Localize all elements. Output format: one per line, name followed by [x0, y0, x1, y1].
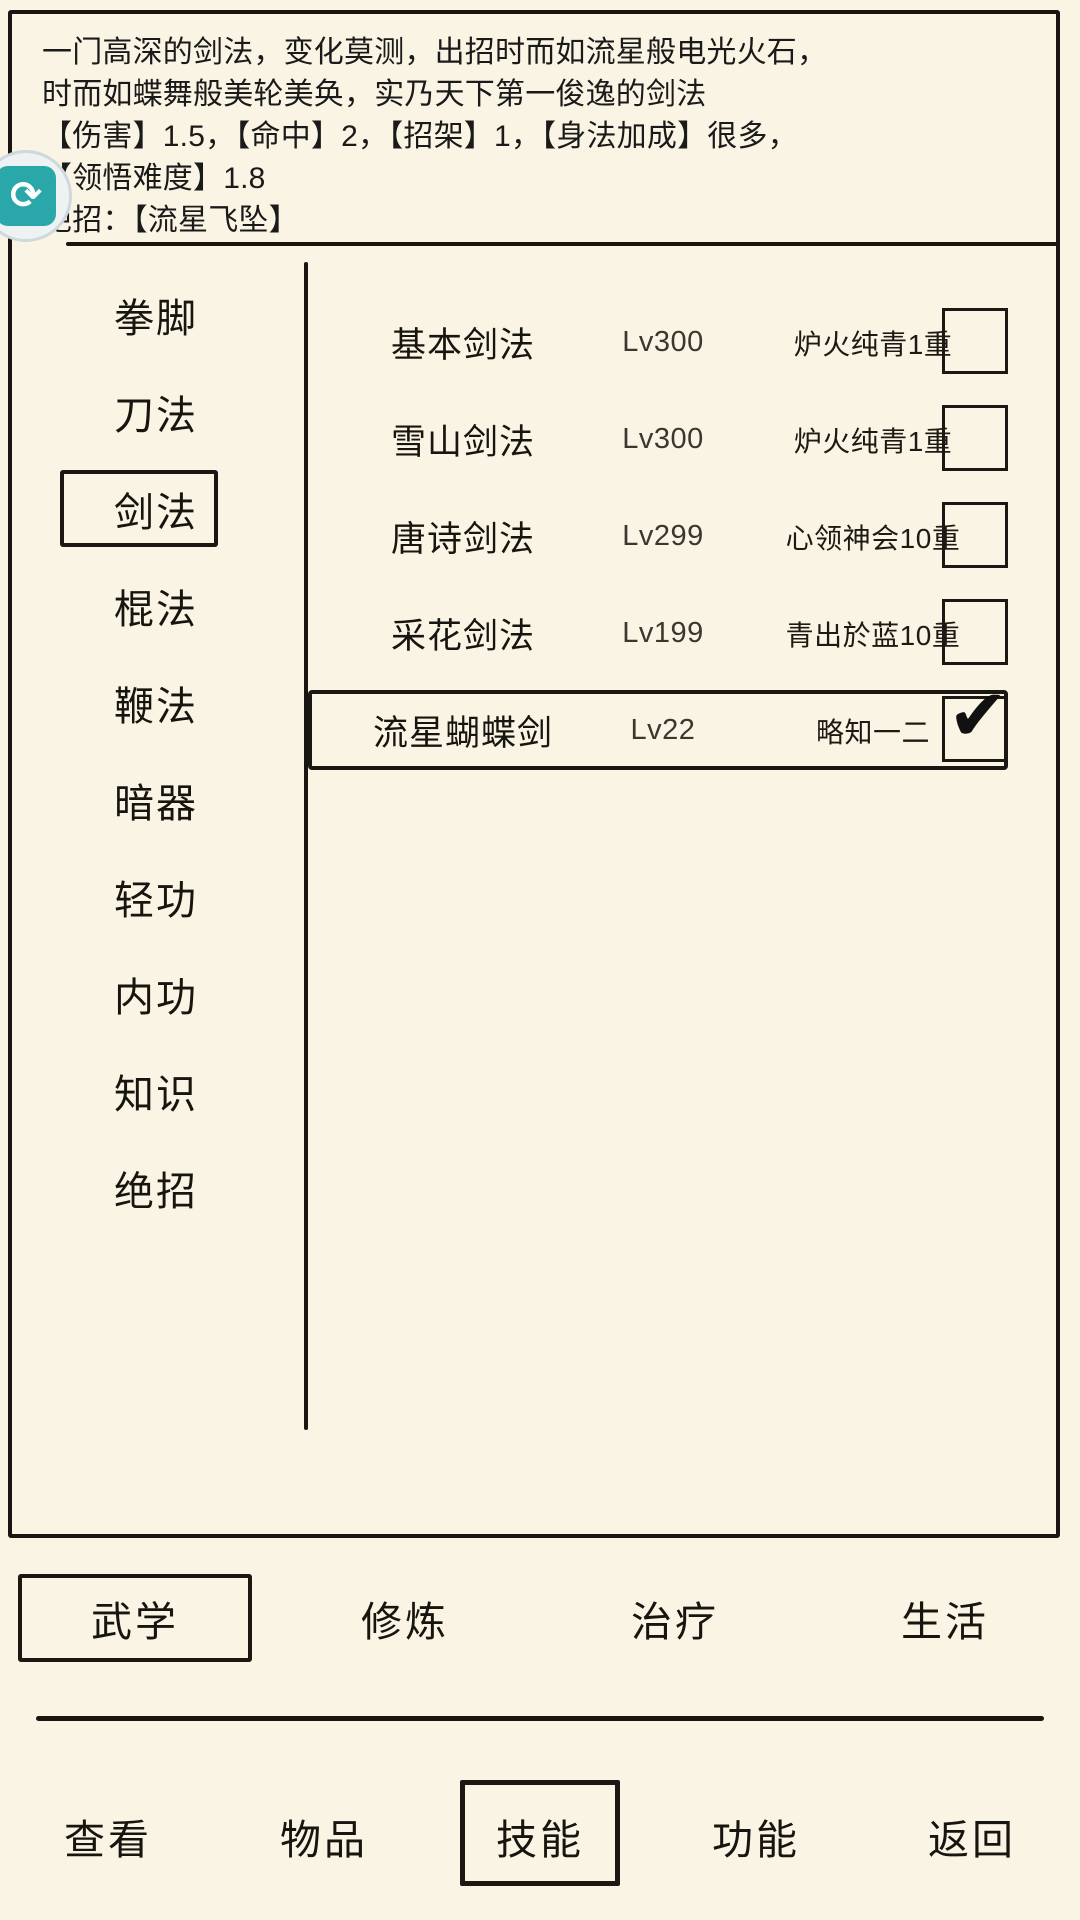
tab-1[interactable]: 修炼 — [270, 1548, 540, 1688]
sidebar-item-label: 内功 — [114, 975, 198, 1020]
skill-name: 流星蝴蝶剑 — [372, 714, 553, 753]
sidebar-item-label: 轻功 — [114, 878, 198, 923]
nav-item-label: 技能 — [496, 1817, 584, 1863]
skill-name: 雪山剑法 — [390, 423, 535, 462]
skill-row[interactable]: 唐诗剑法 Lv299 心领神会10重 — [308, 488, 1056, 585]
nav-item-0[interactable]: 查看 — [0, 1752, 216, 1920]
tab-3[interactable]: 生活 — [810, 1548, 1080, 1688]
skill-name: 采花剑法 — [390, 617, 535, 656]
sidebar-item-label: 棍法 — [114, 587, 198, 632]
skill-list: 基本剑法 Lv300 炉火纯青1重 雪山剑法 Lv300 炉火纯青1重 唐诗剑法 Lv299 心… — [308, 250, 1056, 779]
skill-level: Lv199 — [622, 617, 704, 649]
nav-item-2[interactable]: 技能 — [432, 1752, 648, 1920]
skill-description: 一门高深的剑法，变化莫测，出招时而如流星般电光火石， 时而如蝶舞般美轮美奂，实乃天… — [42, 32, 1038, 242]
bottom-divider — [36, 1716, 1044, 1721]
description-line: 绝招：【流星飞坠】 — [42, 204, 299, 237]
skill-level: Lv300 — [622, 423, 704, 455]
sidebar-item-8[interactable]: 知识 — [12, 1042, 300, 1139]
sidebar-item-label: 拳脚 — [114, 296, 198, 341]
skill-rank: 炉火纯青1重 — [793, 328, 953, 360]
skill-rank: 略知一二 — [815, 716, 930, 748]
tab-0[interactable]: 武学 — [0, 1548, 270, 1688]
skill-row[interactable]: 采花剑法 Lv199 青出於蓝10重 — [308, 585, 1056, 682]
tab-2[interactable]: 治疗 — [540, 1548, 810, 1688]
refresh-glyph: ⟳ — [0, 166, 56, 226]
main-panel: 一门高深的剑法，变化莫测，出招时而如流星般电光火石， 时而如蝶舞般美轮美奂，实乃天… — [8, 10, 1060, 1538]
description-line: 【伤害】1.5，【命中】2，【招架】1，【身法加成】很多， — [42, 120, 798, 153]
skill-level: Lv300 — [622, 326, 704, 358]
sidebar-item-4[interactable]: 鞭法 — [12, 654, 300, 751]
sidebar-item-3[interactable]: 棍法 — [12, 557, 300, 654]
tab-label: 治疗 — [631, 1599, 719, 1645]
sidebar-item-2[interactable]: 剑法 — [12, 460, 300, 557]
skill-row[interactable]: 基本剑法 Lv300 炉火纯青1重 — [308, 294, 1056, 391]
tab-label: 修炼 — [361, 1599, 449, 1645]
skill-rank: 心领神会10重 — [785, 522, 961, 554]
tab-label: 生活 — [901, 1599, 989, 1645]
sidebar-item-label: 暗器 — [114, 781, 198, 826]
game-screen: 一门高深的剑法，变化莫测，出招时而如流星般电光火石， 时而如蝶舞般美轮美奂，实乃天… — [0, 0, 1080, 1920]
sidebar-item-label: 鞭法 — [114, 684, 198, 729]
sidebar-item-label: 刀法 — [114, 393, 198, 438]
skill-name: 唐诗剑法 — [390, 520, 535, 559]
nav-item-4[interactable]: 返回 — [864, 1752, 1080, 1920]
skill-row[interactable]: 雪山剑法 Lv300 炉火纯青1重 — [308, 391, 1056, 488]
tab-strip: 武学 修炼 治疗 生活 — [0, 1548, 1080, 1688]
description-divider — [66, 242, 1058, 246]
skill-level: Lv299 — [622, 520, 704, 552]
category-sidebar: 拳脚刀法剑法棍法鞭法暗器轻功内功知识绝招 — [12, 250, 300, 1236]
sidebar-item-label: 绝招 — [114, 1169, 198, 1214]
sidebar-item-7[interactable]: 内功 — [12, 945, 300, 1042]
skill-row[interactable]: 流星蝴蝶剑 Lv22 略知一二 ✔ — [308, 679, 1056, 779]
skill-rank: 炉火纯青1重 — [793, 425, 953, 457]
sidebar-item-6[interactable]: 轻功 — [12, 848, 300, 945]
description-line: 【领悟难度】1.8 — [42, 162, 266, 195]
nav-item-label: 物品 — [280, 1817, 368, 1863]
nav-item-3[interactable]: 功能 — [648, 1752, 864, 1920]
skill-rank: 青出於蓝10重 — [785, 619, 961, 651]
nav-item-label: 查看 — [64, 1817, 152, 1863]
nav-item-label: 功能 — [712, 1817, 800, 1863]
sidebar-item-label: 知识 — [114, 1072, 198, 1117]
sidebar-item-9[interactable]: 绝招 — [12, 1139, 300, 1236]
sidebar-item-0[interactable]: 拳脚 — [12, 266, 300, 363]
sidebar-item-5[interactable]: 暗器 — [12, 751, 300, 848]
bottom-nav: 查看 物品 技能 功能 返回 — [0, 1752, 1080, 1920]
nav-item-1[interactable]: 物品 — [216, 1752, 432, 1920]
tab-label: 武学 — [91, 1599, 179, 1645]
skill-level: Lv22 — [630, 714, 696, 746]
sidebar-item-1[interactable]: 刀法 — [12, 363, 300, 460]
description-line: 时而如蝶舞般美轮美奂，实乃天下第一俊逸的剑法 — [42, 78, 707, 111]
description-line: 一门高深的剑法，变化莫测，出招时而如流星般电光火石， — [42, 36, 828, 69]
sidebar-item-label: 剑法 — [114, 490, 198, 535]
nav-item-label: 返回 — [928, 1817, 1016, 1863]
content-area: 拳脚 刀法 剑法 棍法 鞭法 暗器 轻功 内功 知识 绝招 基本剑法 Lv300 炉火纯青1重 雪山剑法… — [12, 250, 1056, 1534]
skill-name: 基本剑法 — [390, 326, 535, 365]
